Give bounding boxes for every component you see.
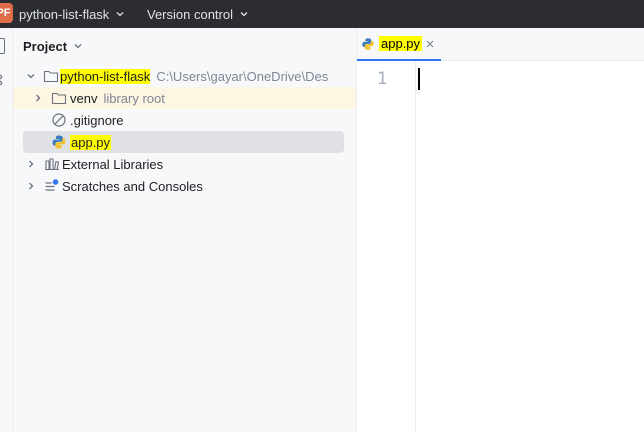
project-root-label: python-list-flask xyxy=(60,68,151,84)
chevron-down-icon xyxy=(116,12,124,17)
venv-label: venv xyxy=(70,90,98,106)
editor-gutter: 1 xyxy=(357,61,416,432)
code-editor[interactable] xyxy=(416,61,644,432)
text-caret xyxy=(418,68,420,90)
ignored-file-icon xyxy=(52,113,66,127)
gitignore-label: .gitignore xyxy=(70,112,124,128)
chevron-right-icon[interactable] xyxy=(33,93,43,103)
chevron-down-icon xyxy=(74,44,82,49)
folder-icon xyxy=(51,92,67,105)
tree-label: venv library root xyxy=(70,91,165,106)
folder-icon xyxy=(43,70,59,83)
tree-row-project-root[interactable]: python-list-flask C:\Users\gayar\OneDrive… xyxy=(13,65,356,87)
scratches-icon xyxy=(45,179,59,191)
tree-row-scratches[interactable]: Scratches and Consoles xyxy=(13,175,356,197)
structure-tool-icon[interactable] xyxy=(0,74,5,86)
vcs-label: Version control xyxy=(147,6,233,22)
python-file-icon xyxy=(52,135,66,149)
tab-app-py[interactable]: app.py xyxy=(357,28,441,61)
tab-label: app.py xyxy=(379,36,423,51)
editor-tab-bar: app.py xyxy=(357,28,644,61)
title-bar: PF python-list-flask Version control xyxy=(0,0,644,28)
panel-title: Project xyxy=(23,38,68,54)
project-path-hint: C:\Users\gayar\OneDrive\Des xyxy=(156,68,329,84)
chevron-down-icon[interactable] xyxy=(26,71,36,81)
project-panel-header[interactable]: Project xyxy=(23,38,83,54)
tree-row-venv[interactable]: venv library root xyxy=(13,87,356,109)
close-icon[interactable] xyxy=(425,39,435,49)
project-tool-icon[interactable] xyxy=(0,38,5,54)
line-number: 1 xyxy=(377,69,388,89)
scratches-label: Scratches and Consoles xyxy=(62,178,203,194)
app-py-label: app.py xyxy=(70,134,112,150)
external-libraries-label: External Libraries xyxy=(62,156,164,172)
tree-row-app-py[interactable]: app.py xyxy=(13,131,356,153)
chevron-down-icon xyxy=(240,12,248,17)
python-file-icon xyxy=(362,38,374,50)
chevron-right-icon[interactable] xyxy=(26,159,36,169)
tree-label: python-list-flask C:\Users\gayar\OneDrive… xyxy=(60,68,329,84)
tree-row-gitignore[interactable]: .gitignore xyxy=(13,109,356,131)
library-root-hint: library root xyxy=(103,90,165,106)
project-panel: Project python-list-flask C:\Users\gayar\… xyxy=(13,28,357,432)
project-badge[interactable]: PF xyxy=(0,3,13,23)
tree-row-external-libraries[interactable]: External Libraries xyxy=(13,153,356,175)
libraries-icon xyxy=(45,158,60,171)
vcs-widget[interactable]: Version control xyxy=(147,0,249,28)
project-name: python-list-flask xyxy=(19,6,110,22)
chevron-right-icon[interactable] xyxy=(26,181,36,191)
project-switcher[interactable]: python-list-flask xyxy=(19,0,125,28)
tool-window-strip xyxy=(0,28,13,432)
